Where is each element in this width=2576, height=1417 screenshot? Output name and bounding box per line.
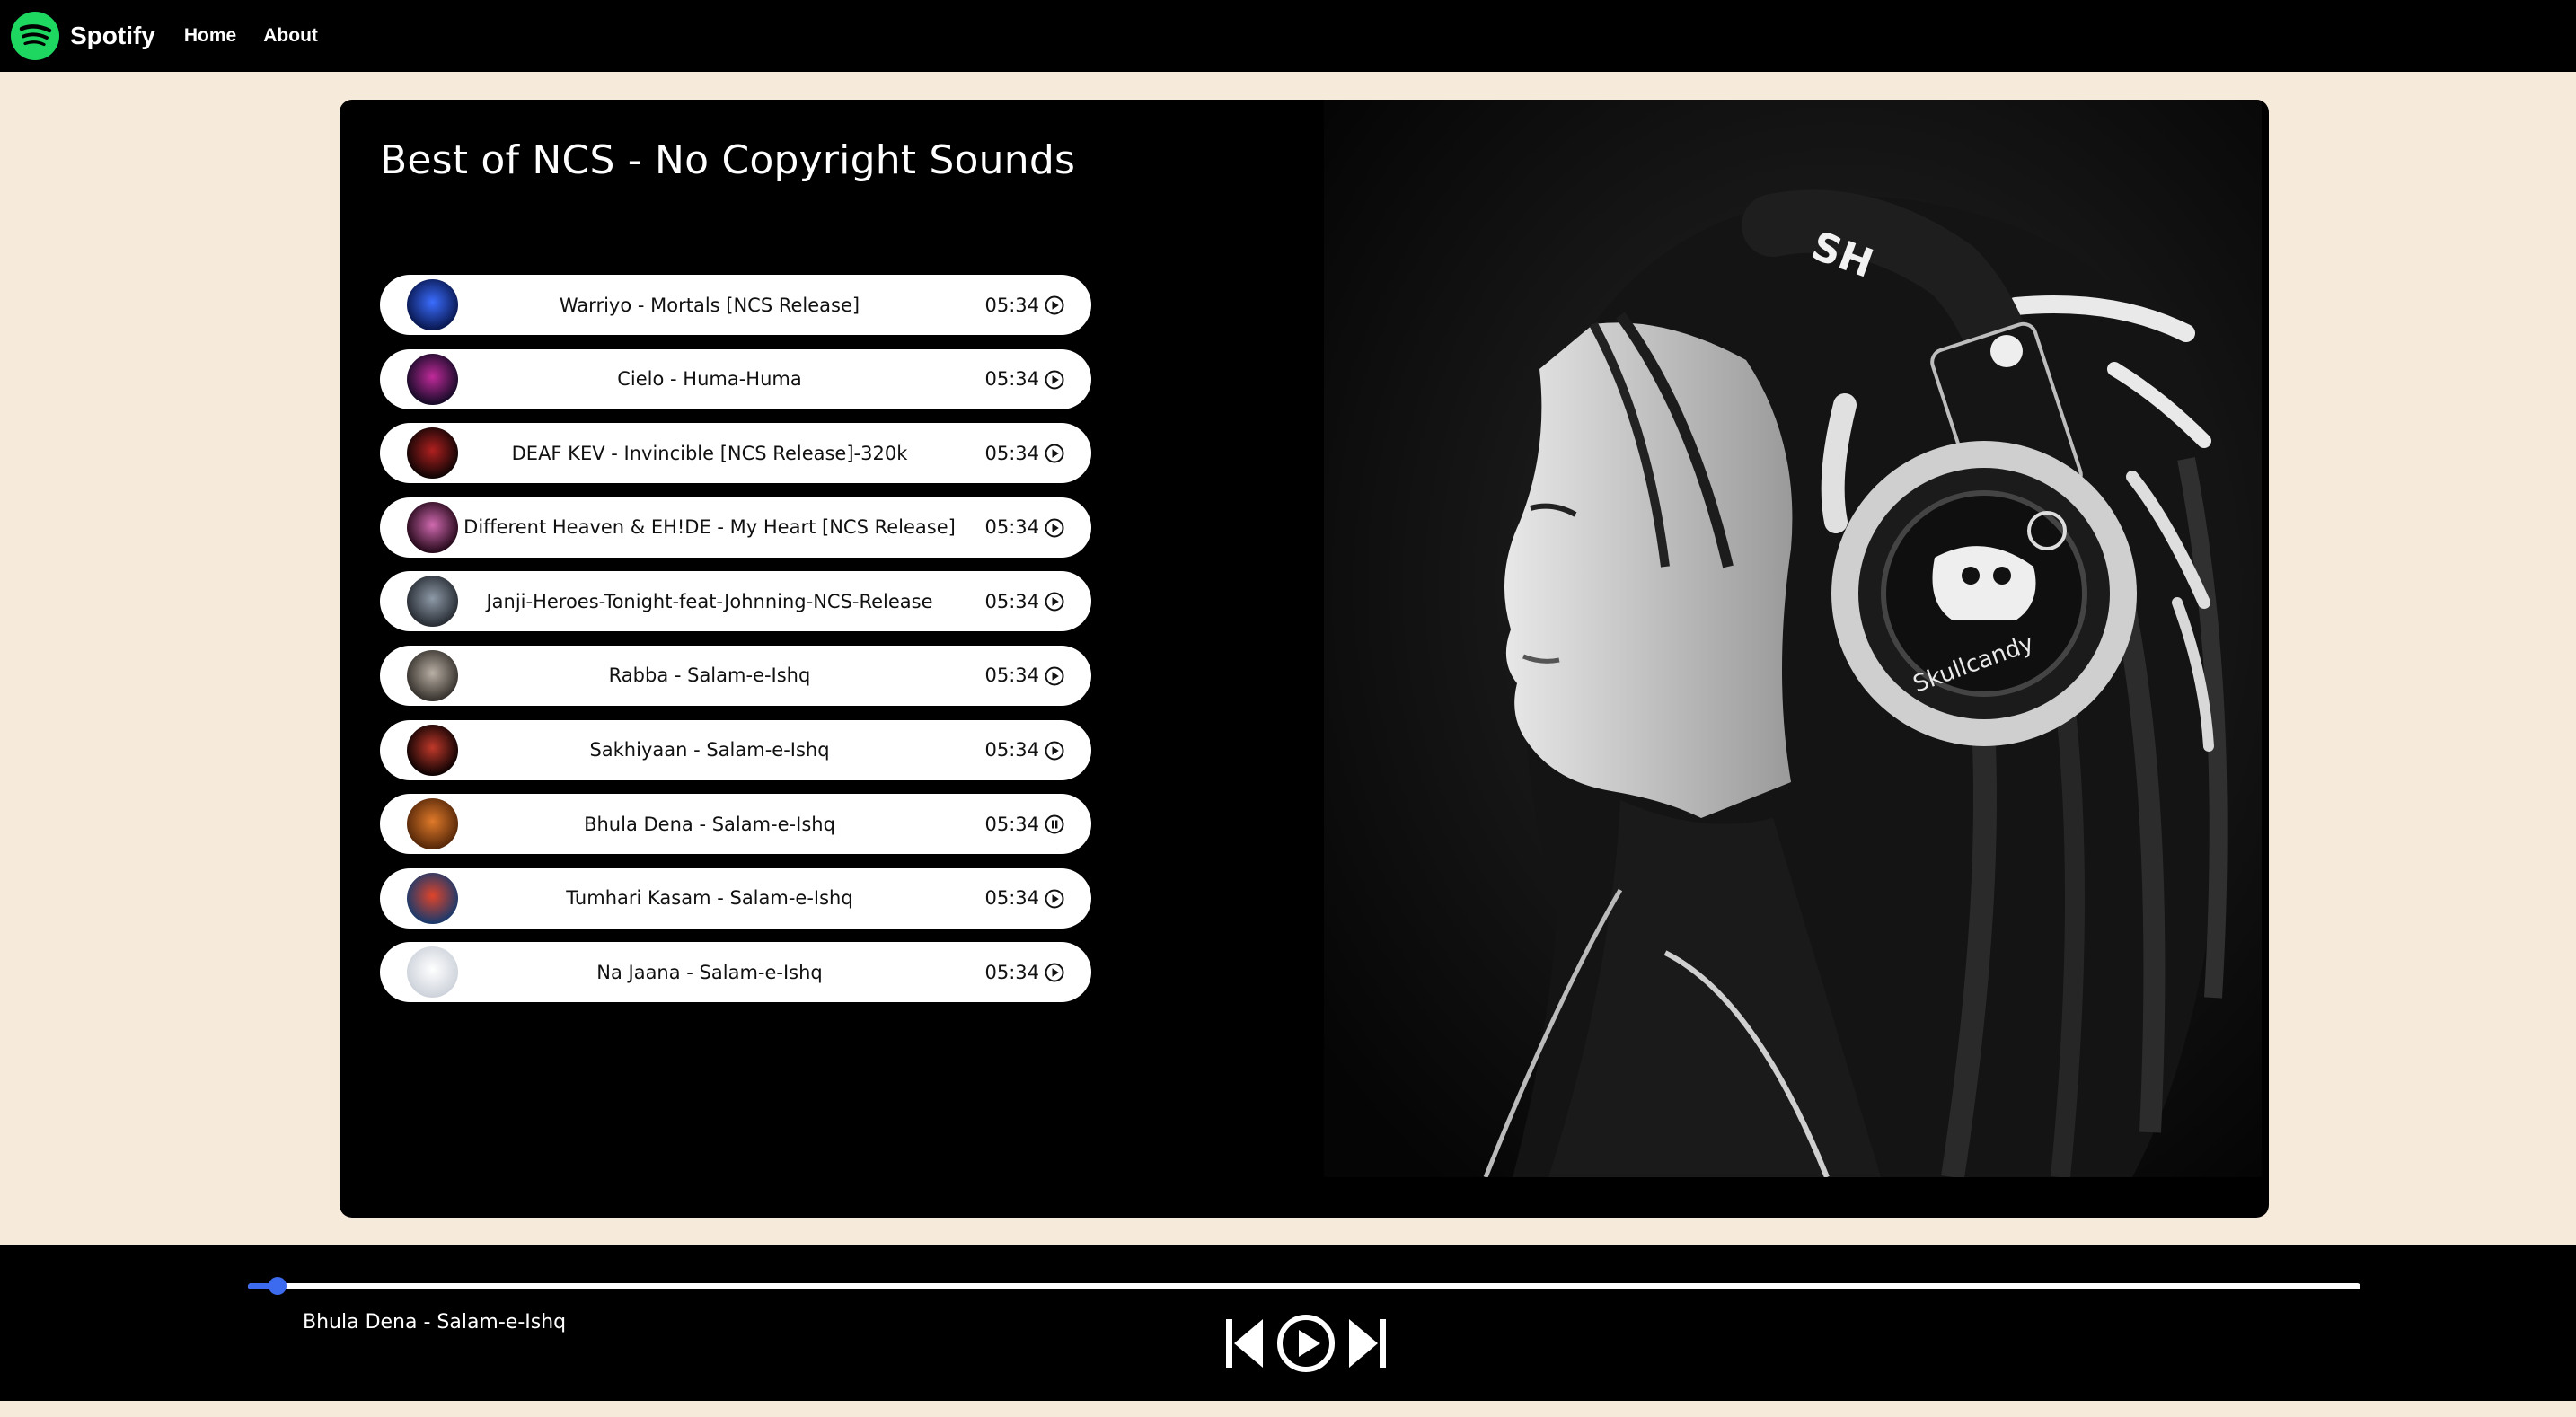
play-circle-icon[interactable] [1045, 444, 1064, 463]
song-cover-image [407, 576, 458, 628]
song-item[interactable]: Cielo - Huma-Huma 05:34 [380, 348, 1091, 409]
song-duration: 05:34 [984, 294, 1039, 316]
skip-previous-icon[interactable] [1223, 1316, 1266, 1371]
skip-next-icon[interactable] [1345, 1316, 1389, 1371]
spotify-logo-icon [11, 12, 59, 60]
song-cover-image [407, 279, 458, 330]
play-circle-icon[interactable] [1045, 963, 1064, 982]
song-name: Different Heaven & EH!DE - My Heart [NCS… [463, 516, 956, 539]
song-item[interactable]: Different Heaven & EH!DE - My Heart [NCS… [380, 497, 1091, 558]
song-cover-image [407, 353, 458, 405]
song-duration: 05:34 [984, 664, 1039, 687]
song-name: Na Jaana - Salam-e-Ishq [596, 961, 823, 983]
progress-slider[interactable] [248, 1277, 2360, 1295]
play-circle-icon[interactable] [1045, 370, 1064, 390]
playlist-title: Best of NCS - No Copyright Sounds [380, 137, 1076, 183]
song-name: Tumhari Kasam - Salam-e-Ishq [566, 887, 853, 910]
nav-link-about[interactable]: About [263, 25, 318, 47]
hero-image: SH Skullcandy [1324, 100, 2262, 1177]
song-item[interactable]: Janji-Heroes-Tonight-feat-Johnning-NCS-R… [380, 571, 1091, 632]
song-duration: 05:34 [984, 813, 1039, 835]
song-cover-image [407, 501, 458, 553]
song-duration: 05:34 [984, 442, 1039, 464]
play-circle-icon[interactable] [1045, 666, 1064, 686]
song-item[interactable]: Na Jaana - Salam-e-Ishq 05:34 [380, 942, 1091, 1003]
song-item[interactable]: DEAF KEV - Invincible [NCS Release]-320k… [380, 423, 1091, 484]
pause-circle-icon[interactable] [1045, 814, 1064, 834]
navbar: Spotify Home About [0, 0, 2576, 72]
song-duration: 05:34 [984, 961, 1039, 983]
song-name: Bhula Dena - Salam-e-Ishq [584, 813, 835, 835]
now-playing-title: Bhula Dena - Salam-e-Ishq [303, 1311, 567, 1333]
song-cover-image [407, 724, 458, 776]
progress-track [248, 1283, 2360, 1289]
song-name: Sakhiyaan - Salam-e-Ishq [589, 739, 830, 761]
play-circle-icon[interactable] [1045, 518, 1064, 538]
song-cover-image [407, 798, 458, 850]
song-duration: 05:34 [984, 516, 1039, 539]
playlist-card: SH Skullcandy Best of NCS - No Copyright… [340, 100, 2269, 1218]
player-controls [1223, 1313, 1389, 1374]
song-duration: 05:34 [984, 739, 1039, 761]
song-duration: 05:34 [984, 590, 1039, 612]
player-bar: Bhula Dena - Salam-e-Ishq [0, 1245, 2576, 1401]
song-item[interactable]: Bhula Dena - Salam-e-Ishq 05:34 [380, 794, 1091, 855]
song-item[interactable]: Sakhiyaan - Salam-e-Ishq 05:34 [380, 719, 1091, 780]
song-item[interactable]: Rabba - Salam-e-Ishq 05:34 [380, 645, 1091, 706]
song-name: Rabba - Salam-e-Ishq [608, 664, 811, 687]
play-circle-icon[interactable] [1045, 592, 1064, 612]
song-cover-image [407, 427, 458, 480]
song-name: Janji-Heroes-Tonight-feat-Johnning-NCS-R… [486, 590, 933, 612]
song-list: Warriyo - Mortals [NCS Release] 05:34 Ciel… [380, 275, 1091, 1017]
brand-name: Spotify [70, 22, 155, 49]
song-cover-image [407, 946, 458, 999]
song-cover-image [407, 649, 458, 701]
brand[interactable]: Spotify [11, 12, 155, 60]
song-name: Cielo - Huma-Huma [617, 368, 802, 391]
play-circle-icon[interactable] [1045, 889, 1064, 909]
play-circle-icon[interactable] [1045, 741, 1064, 761]
song-cover-image [407, 872, 458, 924]
song-duration: 05:34 [984, 887, 1039, 910]
progress-thumb[interactable] [268, 1277, 287, 1295]
nav-link-home[interactable]: Home [184, 25, 236, 47]
play-circle-icon[interactable] [1045, 295, 1064, 315]
play-circle-icon[interactable] [1275, 1313, 1337, 1374]
song-item[interactable]: Warriyo - Mortals [NCS Release] 05:34 [380, 275, 1091, 335]
song-duration: 05:34 [984, 368, 1039, 391]
song-item[interactable]: Tumhari Kasam - Salam-e-Ishq 05:34 [380, 867, 1091, 929]
song-name: DEAF KEV - Invincible [NCS Release]-320k [511, 442, 908, 464]
song-name: Warriyo - Mortals [NCS Release] [559, 294, 860, 316]
